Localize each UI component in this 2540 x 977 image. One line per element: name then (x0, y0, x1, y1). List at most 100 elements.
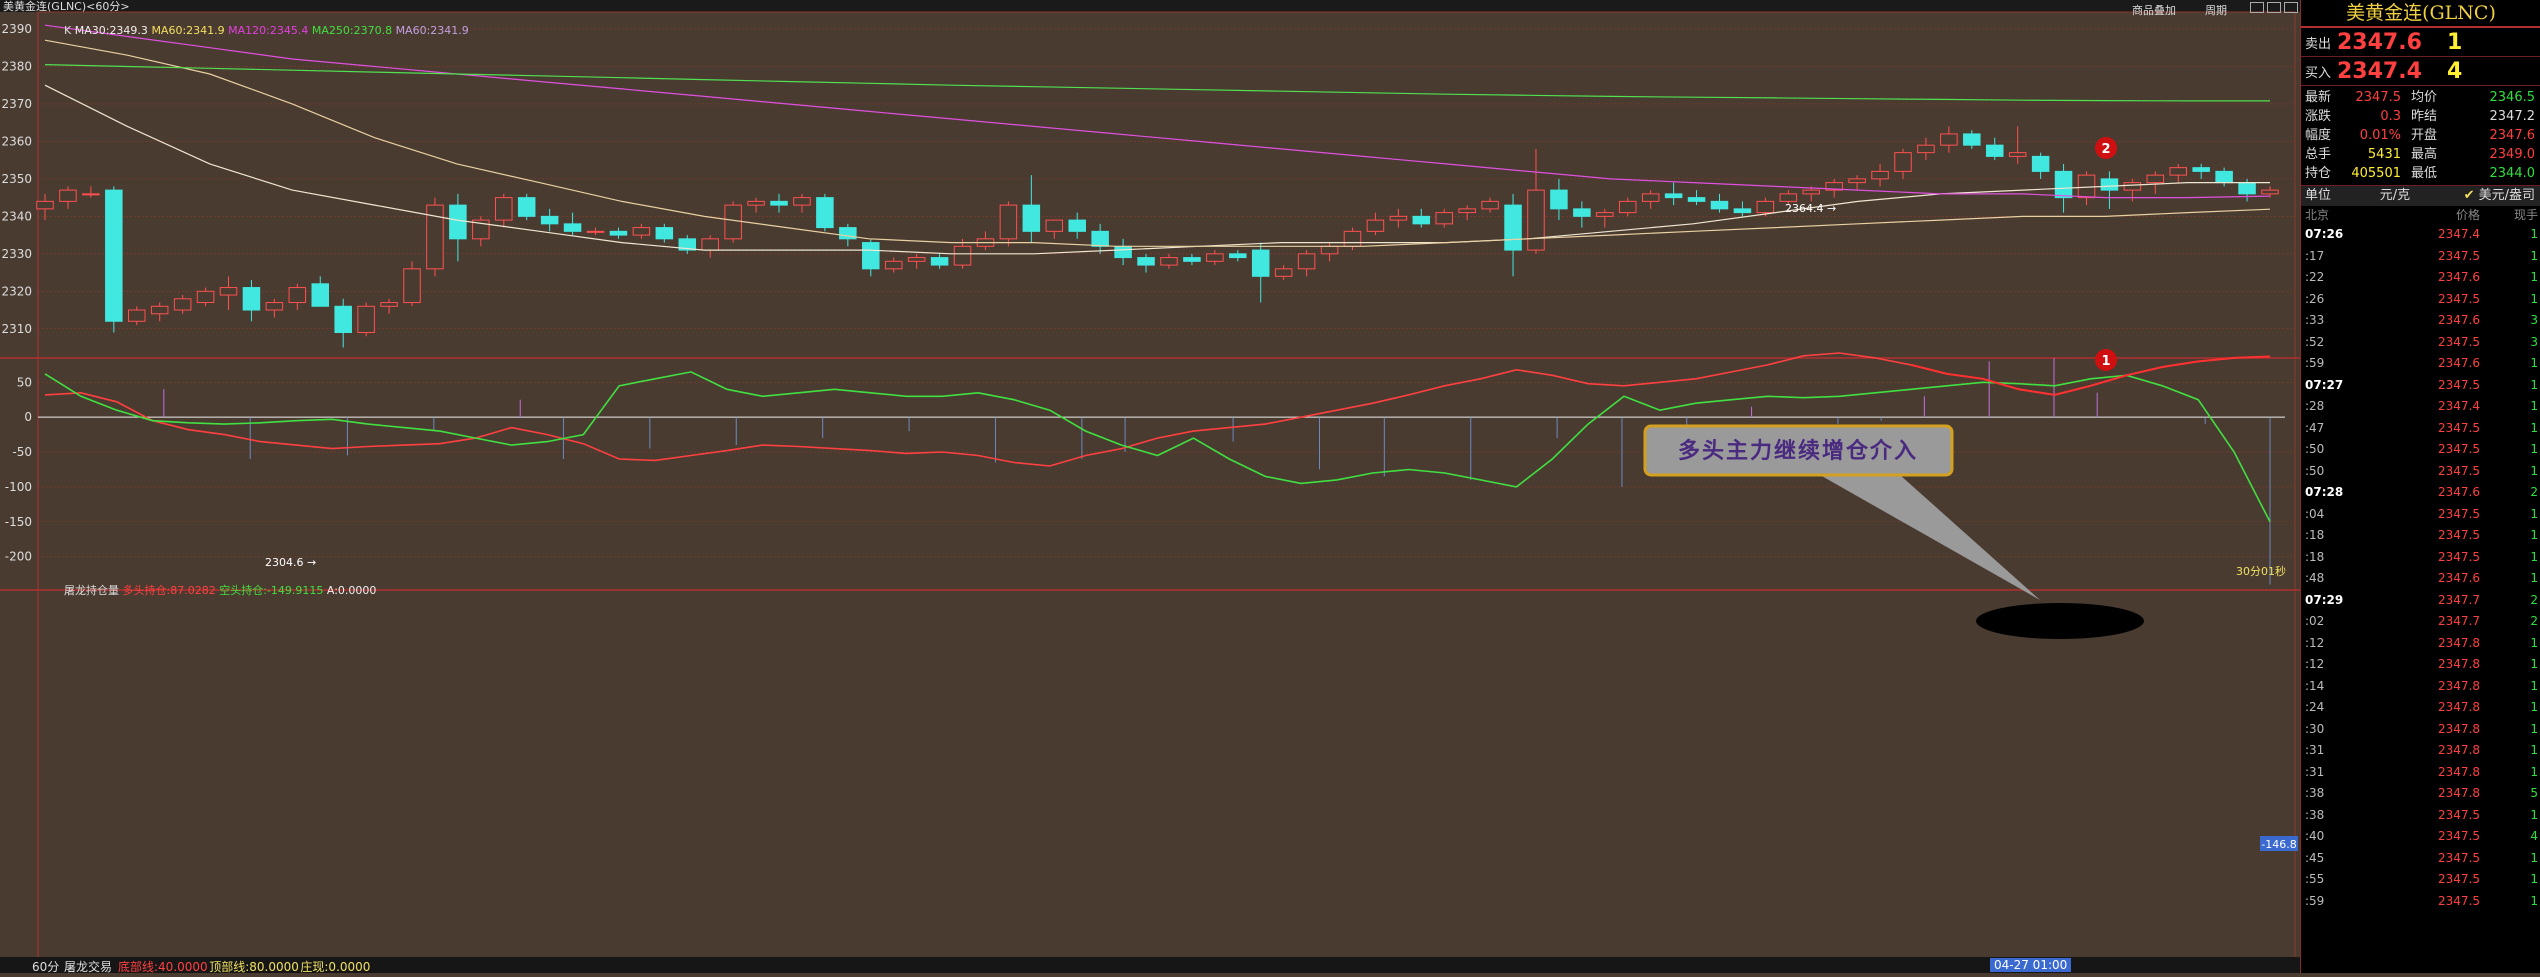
candle[interactable] (242, 280, 261, 322)
tick-row[interactable]: :17 2347.5 1 (2301, 246, 2540, 268)
candle[interactable] (1435, 208, 1453, 228)
candle[interactable] (976, 231, 995, 251)
candle[interactable] (907, 253, 926, 269)
tick-row[interactable]: 07:26 2347.4 1 (2301, 224, 2540, 246)
tick-row[interactable]: :22 2347.6 1 (2301, 267, 2540, 289)
candle[interactable] (2077, 171, 2096, 206)
candle[interactable] (265, 298, 284, 318)
tick-row[interactable]: :40 2347.5 4 (2301, 826, 2540, 848)
chart-area[interactable]: 美黄金连(GLNC)<60分> 2390 2380 2370 2360 2350 2340… (0, 0, 2300, 974)
buy-row[interactable]: 买入 2347.4 4 (2301, 57, 2540, 86)
candle[interactable] (1894, 148, 1912, 179)
unit-toggle[interactable]: ✔ 美元/盎司 (2435, 186, 2540, 206)
candle[interactable] (1733, 201, 1752, 217)
candle[interactable] (563, 212, 582, 236)
candle[interactable] (173, 295, 192, 314)
restore-icon[interactable] (2267, 2, 2281, 13)
tick-row[interactable]: :55 2347.5 1 (2301, 869, 2540, 891)
tick-row[interactable]: :52 2347.5 3 (2301, 332, 2540, 354)
candle[interactable] (2169, 163, 2188, 183)
candle[interactable] (884, 257, 903, 273)
tick-row[interactable]: :48 2347.6 1 (2301, 568, 2540, 590)
candle[interactable] (1458, 205, 1476, 221)
candle[interactable] (449, 193, 467, 262)
candle[interactable] (59, 186, 77, 209)
candle[interactable] (219, 276, 238, 311)
tick-row[interactable]: :33 2347.6 3 (2301, 310, 2540, 332)
candle[interactable] (1618, 197, 1637, 217)
candle[interactable] (1596, 208, 1614, 228)
candle[interactable] (1183, 253, 1201, 266)
close-icon[interactable] (2284, 2, 2298, 13)
candles[interactable] (36, 126, 2279, 348)
tick-row[interactable]: :30 2347.8 1 (2301, 719, 2540, 741)
candle[interactable] (1481, 197, 1499, 213)
tick-row[interactable]: :24 2347.8 1 (2301, 697, 2540, 719)
unit-row[interactable]: 单位 元/克 ✔ 美元/盎司 (2301, 186, 2540, 206)
candle[interactable] (793, 193, 811, 213)
tick-row[interactable]: 07:27 2347.5 1 (2301, 375, 2540, 397)
candle[interactable] (1917, 137, 1935, 161)
candle[interactable] (311, 276, 330, 307)
candle[interactable] (105, 186, 123, 333)
candle[interactable] (1963, 130, 1981, 149)
window-controls[interactable] (2250, 2, 2298, 13)
candle[interactable] (678, 235, 697, 254)
sell-row[interactable]: 卖出 2347.6 1 (2301, 28, 2540, 57)
tick-row[interactable]: :26 2347.5 1 (2301, 289, 2540, 311)
candle[interactable] (1573, 201, 1591, 228)
candle[interactable] (1550, 178, 1568, 221)
candle[interactable] (1389, 208, 1408, 228)
tick-list[interactable]: 07:26 2347.4 1:17 2347.5 1:22 2347.6 1:26 2347.… (2301, 224, 2540, 912)
candle[interactable] (1940, 126, 1958, 153)
candle[interactable] (472, 216, 490, 247)
candle[interactable] (150, 302, 169, 322)
candle[interactable] (655, 223, 674, 243)
candle[interactable] (632, 223, 651, 239)
tick-row[interactable]: :14 2347.8 1 (2301, 676, 2540, 698)
candle[interactable] (1664, 182, 1683, 206)
candle[interactable] (426, 197, 444, 277)
candle[interactable] (1114, 238, 1132, 266)
candle[interactable] (1641, 190, 1660, 209)
tick-row[interactable]: :31 2347.8 1 (2301, 762, 2540, 784)
candle[interactable] (586, 227, 605, 236)
tick-row[interactable]: :28 2347.4 1 (2301, 396, 2540, 418)
candle[interactable] (1848, 175, 1866, 191)
candle[interactable] (770, 193, 788, 213)
candle[interactable] (495, 193, 513, 228)
candle[interactable] (2192, 163, 2210, 179)
candle[interactable] (1022, 175, 1041, 243)
candle[interactable] (1091, 223, 1109, 254)
candle[interactable] (1251, 242, 1270, 303)
minimize-icon[interactable] (2250, 2, 2264, 13)
candle[interactable] (609, 227, 628, 239)
candle[interactable] (862, 238, 880, 277)
candle[interactable] (1320, 242, 1339, 262)
period-button[interactable]: 周期 (2205, 2, 2227, 18)
candle[interactable] (1160, 253, 1178, 269)
candle[interactable] (540, 208, 559, 232)
candle[interactable] (747, 197, 765, 213)
candle[interactable] (1412, 208, 1431, 228)
candle[interactable] (1871, 163, 1889, 187)
candle[interactable] (380, 298, 398, 314)
tick-row[interactable]: :50 2347.5 1 (2301, 461, 2540, 483)
candle[interactable] (1985, 137, 2004, 161)
candle[interactable] (2215, 167, 2233, 187)
tick-row[interactable]: :59 2347.6 1 (2301, 353, 2540, 375)
tick-row[interactable]: 07:28 2347.6 2 (2301, 482, 2540, 504)
tick-row[interactable]: :38 2347.5 1 (2301, 805, 2540, 827)
candle[interactable] (1229, 250, 1247, 262)
kline-chart[interactable]: 美黄金连(GLNC)<60分> 2390 2380 2370 2360 2350 2340… (0, 0, 2300, 973)
tick-row[interactable]: :50 2347.5 1 (2301, 439, 2540, 461)
candle[interactable] (1366, 212, 1385, 236)
tick-row[interactable]: :47 2347.5 1 (2301, 418, 2540, 440)
candle[interactable] (930, 253, 949, 269)
candle[interactable] (82, 186, 100, 198)
candle[interactable] (1206, 250, 1224, 266)
candle[interactable] (1687, 190, 1706, 206)
candle[interactable] (1710, 193, 1729, 213)
candle[interactable] (334, 298, 352, 348)
tick-row[interactable]: :12 2347.8 1 (2301, 654, 2540, 676)
